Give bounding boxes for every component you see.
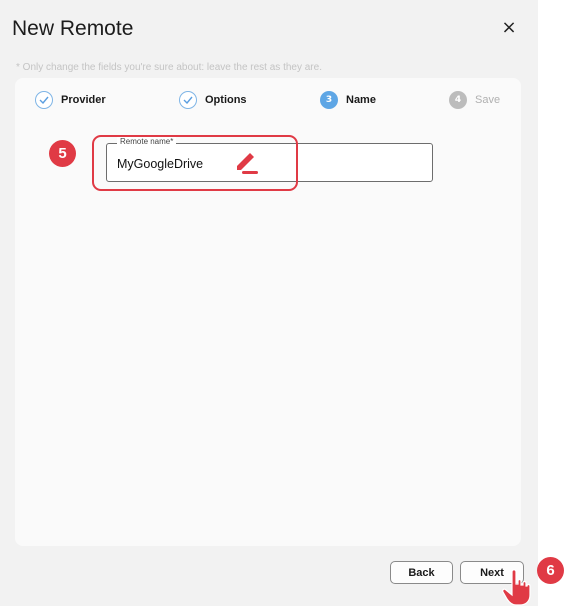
step-provider-label: Provider	[61, 94, 106, 106]
step-name-number: 3	[320, 91, 338, 109]
step-options-check-icon	[179, 91, 197, 109]
step-options: Options	[179, 90, 247, 110]
step-badge-5: 5	[49, 140, 76, 167]
hint-text: * Only change the fields you're sure abo…	[16, 62, 322, 73]
back-button[interactable]: Back	[390, 561, 453, 584]
hand-pointer-icon	[502, 569, 531, 606]
step-provider: Provider	[35, 90, 106, 110]
close-icon[interactable]: ×	[499, 18, 519, 38]
step-save: 4 Save	[449, 90, 500, 110]
step-name-label: Name	[346, 94, 376, 106]
remote-name-highlight	[92, 135, 298, 191]
new-remote-dialog: New Remote × * Only change the fields yo…	[0, 0, 538, 606]
dialog-title: New Remote	[12, 17, 134, 40]
step-save-label: Save	[475, 94, 501, 106]
wizard-panel: Provider Options 3 Name 4 Save Remote na…	[15, 78, 521, 546]
step-badge-6: 6	[537, 557, 564, 584]
step-provider-check-icon	[35, 91, 53, 109]
step-options-label: Options	[205, 94, 247, 106]
step-name: 3 Name	[320, 90, 376, 110]
step-save-number: 4	[449, 91, 467, 109]
